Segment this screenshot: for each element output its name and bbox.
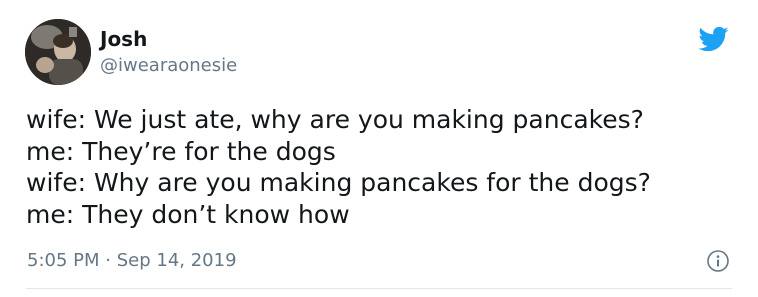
author-name[interactable]: Josh (100, 27, 147, 51)
divider (26, 288, 732, 289)
tweet-line: me: They’re for the dogs (26, 136, 336, 166)
tweet-time: 5:05 PM (27, 250, 100, 271)
tweet-line: wife: Why are you making pancakes for th… (26, 168, 651, 197)
twitter-bird-icon[interactable] (696, 24, 732, 54)
author-handle[interactable]: @iwearaonesie (100, 55, 237, 77)
tweet-text: wife: We just ate, why are you making pa… (26, 104, 746, 230)
tweet-date: Sep 14, 2019 (116, 250, 237, 271)
tweet-card: Josh @iwearaonesie wife: We just ate, wh… (0, 0, 758, 297)
tweet-line: wife: We just ate, why are you making pa… (26, 105, 644, 134)
meta-separator: · (105, 250, 111, 271)
tweet-line: me: They don’t know how (26, 199, 350, 229)
avatar[interactable] (25, 19, 91, 85)
info-icon[interactable] (706, 249, 730, 273)
tweet-timestamp[interactable]: 5:05 PM · Sep 14, 2019 (27, 250, 237, 272)
